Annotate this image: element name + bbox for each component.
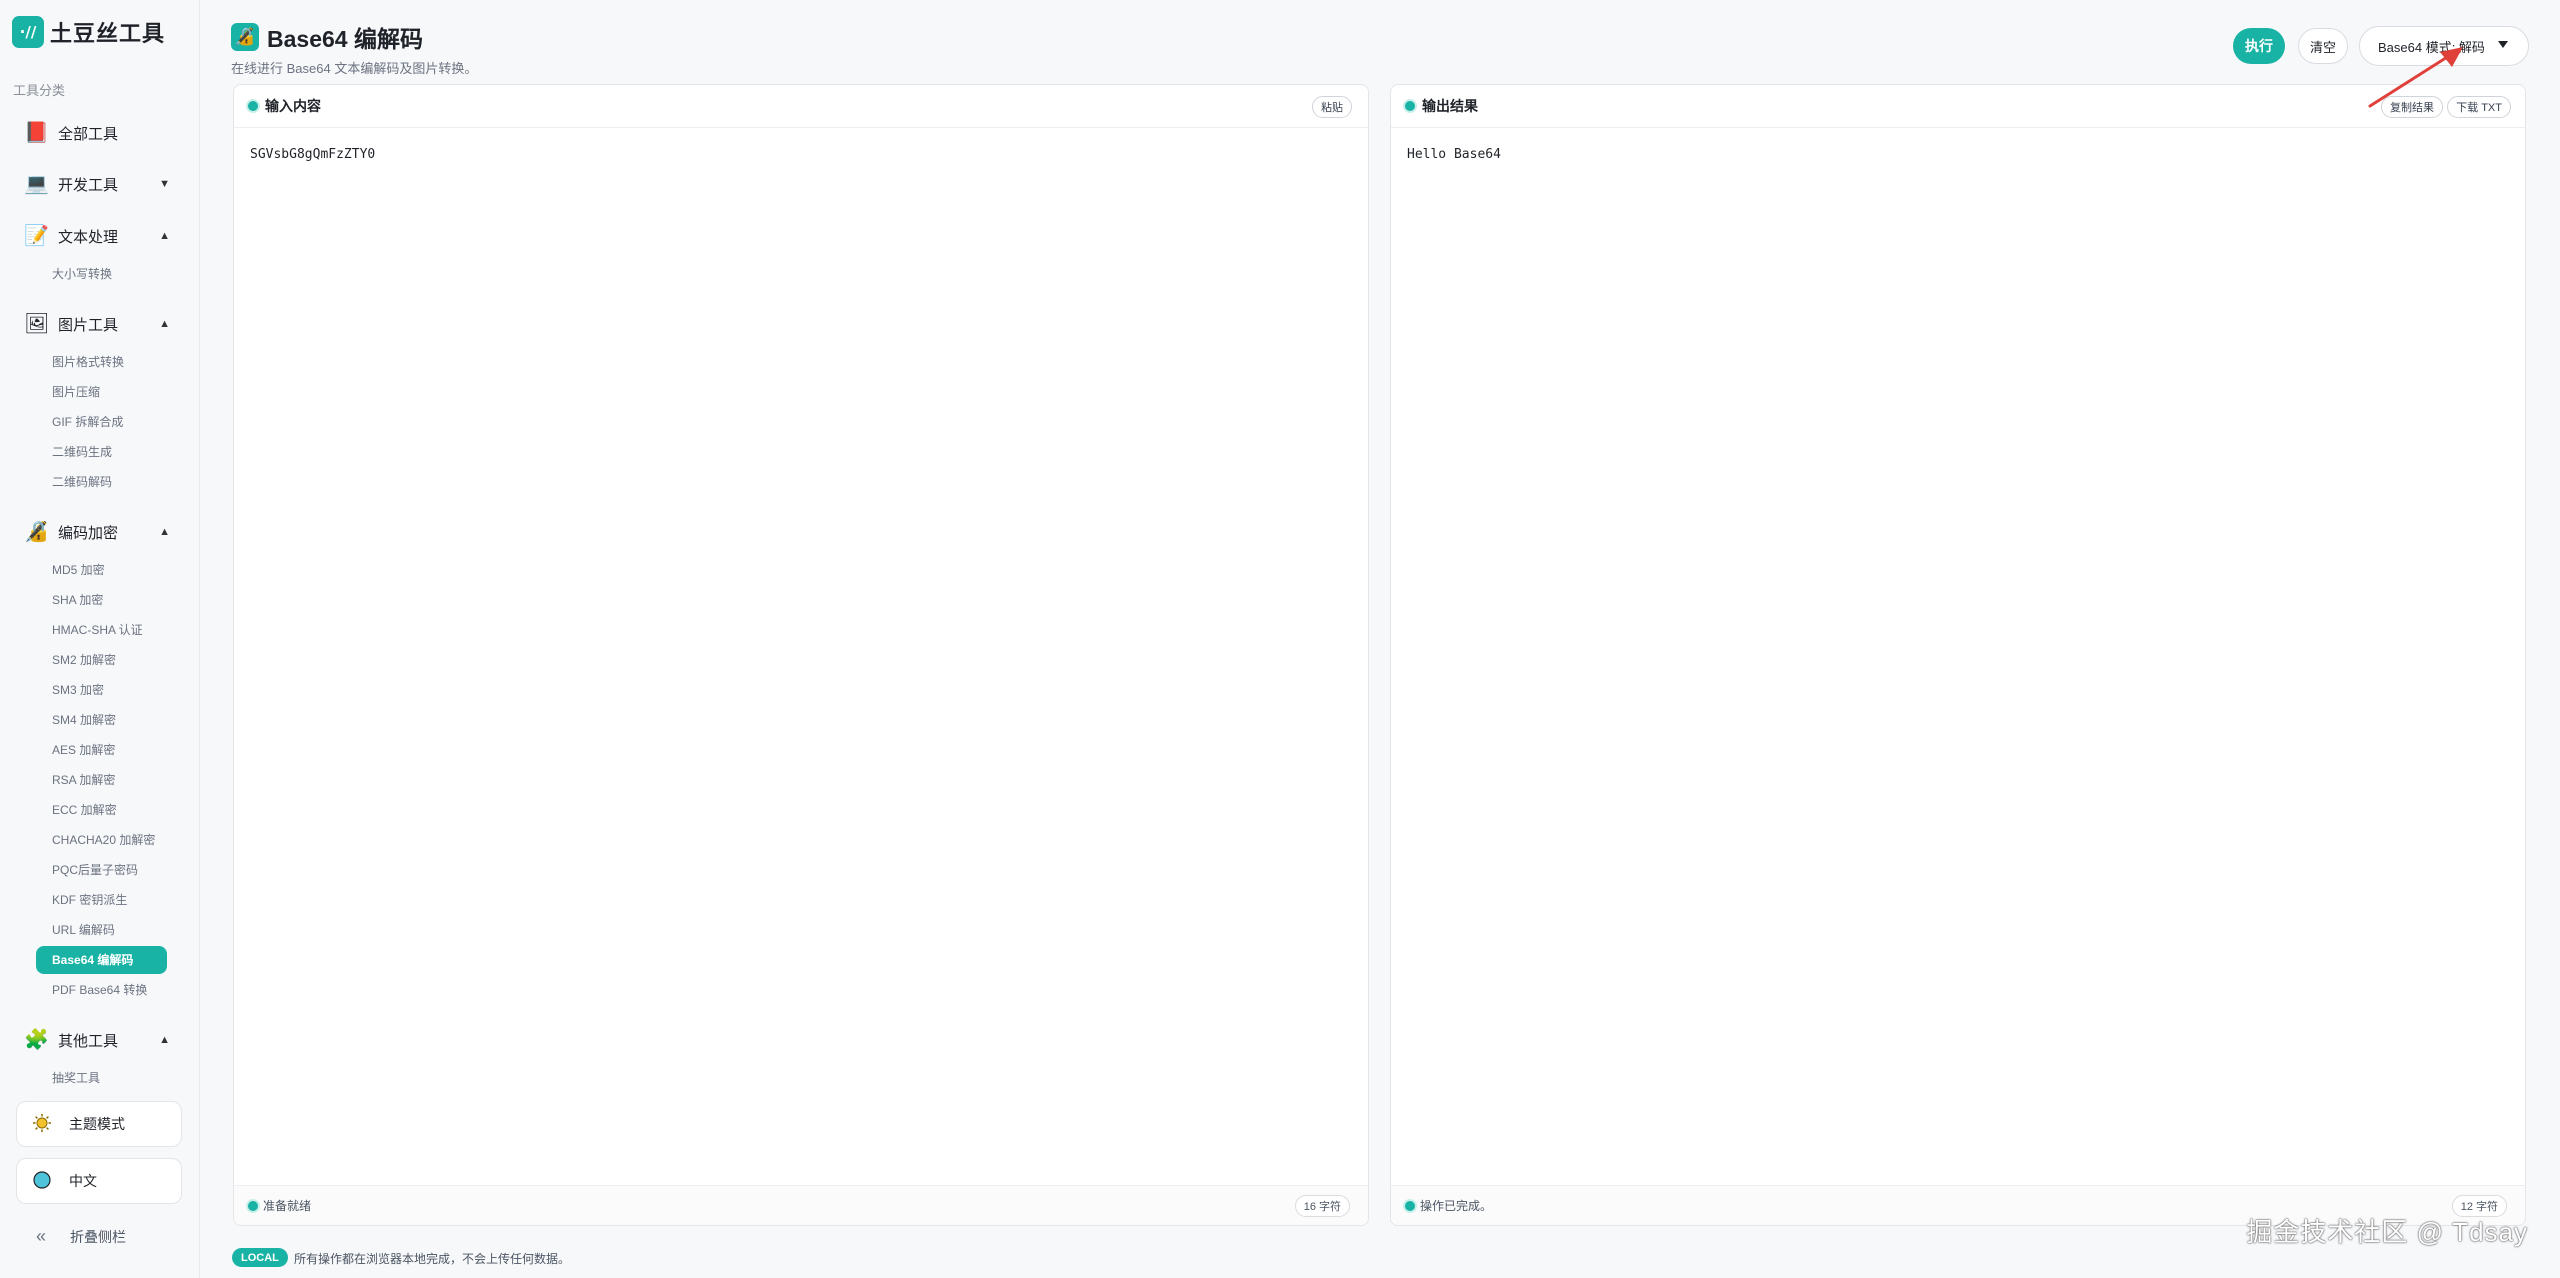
lock-icon: 🔏 xyxy=(24,521,49,543)
sidebar-group-label: 文本处理 xyxy=(58,228,119,246)
input-status: 准备就绪 xyxy=(263,1199,312,1213)
chevron-up-icon: ▲ xyxy=(159,1034,170,1046)
sidebar-item[interactable]: RSA 加解密 xyxy=(52,770,115,790)
sidebar-group-other[interactable]: 🧩 其他工具 ▲ xyxy=(24,1025,174,1055)
language-label: 中文 xyxy=(69,1173,97,1189)
sidebar-item[interactable]: AES 加解密 xyxy=(52,740,115,760)
sidebar-item[interactable]: HMAC-SHA 认证 xyxy=(52,620,143,640)
sidebar: ·// 土豆丝工具 工具分类 📕 全部工具 💻 开发工具 ▼ 📝 文本处理 ▲ … xyxy=(0,0,200,1278)
sidebar-item[interactable]: 图片格式转换 xyxy=(52,352,124,372)
sidebar-group-label: 编码加密 xyxy=(58,524,119,542)
collapse-sidebar-button[interactable]: « 折叠侧栏 xyxy=(36,1226,126,1247)
sidebar-item-active[interactable]: Base64 编解码 xyxy=(36,946,167,974)
language-button[interactable]: 中文 xyxy=(16,1158,182,1204)
input-textarea[interactable]: SGVsbG8gQmFzZTY0 xyxy=(234,129,1368,1185)
sidebar-item[interactable]: SM2 加解密 xyxy=(52,650,116,670)
sidebar-item[interactable]: KDF 密钥派生 xyxy=(52,890,127,910)
sidebar-group-label: 开发工具 xyxy=(58,176,119,194)
sidebar-item[interactable]: ECC 加解密 xyxy=(52,800,117,820)
output-panel: 输出结果 复制结果 下载 TXT Hello Base64 操作已完成。 12 … xyxy=(1390,84,2526,1226)
watermark: 掘金技术社区 @ Tdsay xyxy=(2246,1217,2528,1247)
sidebar-group-label: 图片工具 xyxy=(58,316,119,334)
sidebar-group-label: 全部工具 xyxy=(58,125,119,143)
status-dot-icon xyxy=(248,101,258,111)
input-panel: 输入内容 粘贴 SGVsbG8gQmFzZTY0 准备就绪 16 字符 xyxy=(233,84,1369,1226)
chevron-up-icon: ▲ xyxy=(159,318,170,330)
memo-icon: 📝 xyxy=(24,225,49,247)
sidebar-item[interactable]: SM4 加解密 xyxy=(52,710,116,730)
globe-icon xyxy=(31,1170,53,1192)
sidebar-group-label: 其他工具 xyxy=(58,1032,119,1050)
puzzle-icon: 🧩 xyxy=(24,1029,49,1051)
page-header: 🔏 Base64 编解码 在线进行 Base64 文本编解码及图片转换。 xyxy=(231,20,477,77)
page-subtitle: 在线进行 Base64 文本编解码及图片转换。 xyxy=(231,61,478,76)
sidebar-item[interactable]: SHA 加密 xyxy=(52,590,103,610)
sidebar-item[interactable]: CHACHA20 加解密 xyxy=(52,830,155,850)
input-panel-header: 输入内容 粘贴 xyxy=(234,85,1368,128)
double-chevron-left-icon: « xyxy=(36,1226,47,1246)
brand-logo-icon: ·// xyxy=(12,16,44,48)
theme-mode-button[interactable]: 主题模式 xyxy=(16,1101,182,1147)
laptop-icon: 💻 xyxy=(24,173,49,195)
brand[interactable]: ·// 土豆丝工具 xyxy=(12,16,165,48)
annotation-arrow-icon xyxy=(2368,47,2463,108)
sidebar-item[interactable]: URL 编解码 xyxy=(52,920,115,940)
sun-icon xyxy=(31,1113,53,1135)
sidebar-item[interactable]: 二维码解码 xyxy=(52,472,112,492)
lock-icon: 🔏 xyxy=(231,23,259,51)
caret-down-icon xyxy=(2498,41,2508,48)
status-dot-icon xyxy=(1405,101,1415,111)
input-panel-footer: 准备就绪 16 字符 xyxy=(234,1185,1368,1225)
status-dot-icon xyxy=(248,1200,258,1211)
chevron-up-icon: ▲ xyxy=(159,230,170,242)
local-badge: LOCAL xyxy=(232,1248,288,1267)
sidebar-item[interactable]: 二维码生成 xyxy=(52,442,112,462)
brand-name: 土豆丝工具 xyxy=(50,21,166,46)
sidebar-item[interactable]: 图片压缩 xyxy=(52,382,100,402)
sidebar-item[interactable]: MD5 加密 xyxy=(52,560,105,580)
execute-button[interactable]: 执行 xyxy=(2233,28,2285,64)
paste-button[interactable]: 粘贴 xyxy=(1312,96,1352,118)
sidebar-item[interactable]: PDF Base64 转换 xyxy=(52,980,147,1000)
section-label: 工具分类 xyxy=(13,83,66,98)
sidebar-item[interactable]: PQC后量子密码 xyxy=(52,860,138,880)
clear-button[interactable]: 清空 xyxy=(2298,28,2348,64)
chevron-up-icon: ▲ xyxy=(159,526,170,538)
output-panel-title: 输出结果 xyxy=(1422,98,1478,114)
collapse-sidebar-label: 折叠侧栏 xyxy=(70,1228,127,1245)
sidebar-item[interactable]: 大小写转换 xyxy=(52,264,112,284)
sidebar-group-dev-tools[interactable]: 💻 开发工具 ▼ xyxy=(24,169,174,199)
sidebar-item[interactable]: GIF 拆解合成 xyxy=(52,412,123,432)
status-dot-icon xyxy=(1405,1200,1415,1211)
output-status: 操作已完成。 xyxy=(1420,1199,1493,1213)
output-textarea[interactable]: Hello Base64 xyxy=(1391,129,2525,1185)
input-char-count: 16 字符 xyxy=(1294,1195,1350,1217)
local-note: 所有操作都在浏览器本地完成，不会上传任何数据。 xyxy=(294,1252,571,1266)
page-title: Base64 编解码 xyxy=(267,26,423,52)
sidebar-group-image[interactable]: 🖼 图片工具 ▲ xyxy=(24,309,174,339)
theme-mode-label: 主题模式 xyxy=(69,1116,125,1132)
chevron-down-icon: ▼ xyxy=(159,178,170,190)
sidebar-group-crypto[interactable]: 🔏 编码加密 ▲ xyxy=(24,517,174,547)
sidebar-group-text[interactable]: 📝 文本处理 ▲ xyxy=(24,221,174,251)
book-icon: 📕 xyxy=(24,122,49,144)
picture-icon: 🖼 xyxy=(24,313,50,335)
sidebar-item[interactable]: 抽奖工具 xyxy=(52,1068,100,1088)
sidebar-item[interactable]: SM3 加密 xyxy=(52,680,104,700)
sidebar-group-all-tools[interactable]: 📕 全部工具 xyxy=(24,118,174,148)
output-panel-header: 输出结果 复制结果 下载 TXT xyxy=(1391,85,2525,128)
input-panel-title: 输入内容 xyxy=(265,98,321,114)
